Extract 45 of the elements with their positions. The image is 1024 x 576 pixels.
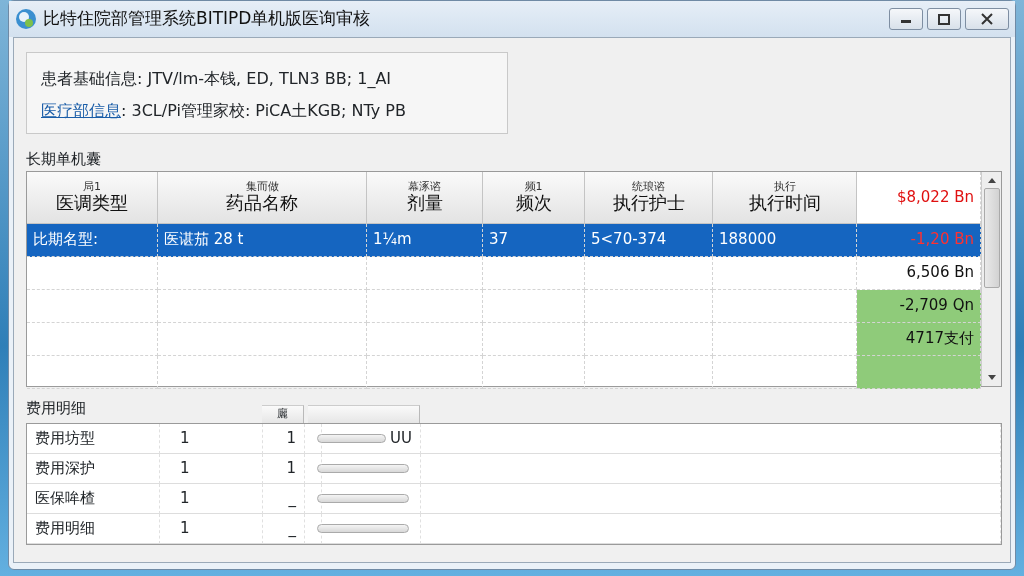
department-info-text: : 3CL/Pi管理家校: PiCA土KGB; NTy PB: [121, 100, 406, 122]
scroll-thumb[interactable]: [983, 187, 1000, 288]
column-header[interactable]: 廲: [262, 404, 304, 423]
table-cell: 医保哞楂: [27, 483, 160, 514]
table-cell: 1: [160, 483, 263, 514]
close-button[interactable]: [965, 8, 1009, 30]
patient-info-text: 患者基础信息: JTV/lm-本钱, ED, TLN3 BB; 1_AI: [41, 68, 393, 90]
minimize-button[interactable]: [889, 8, 923, 30]
table-cell: 1: [160, 513, 263, 544]
amount-text: 6,506 Bn: [906, 262, 974, 284]
table-cell: 比期名型:: [27, 223, 158, 257]
scroll-down-icon[interactable]: [986, 373, 997, 382]
group-title: 长期单机囊: [26, 150, 101, 168]
maximize-button[interactable]: [927, 8, 961, 30]
table-cell: 37: [483, 223, 585, 257]
group-title: 费用明细: [26, 398, 86, 417]
column-header[interactable]: 局1 医调类型: [27, 171, 158, 224]
column-header[interactable]: 集而做 药品名称: [158, 171, 367, 224]
amount-text: -2,709 Qn: [899, 295, 974, 317]
column-header[interactable]: 频1 频次: [483, 171, 585, 224]
column-header[interactable]: 统琅谘 执行护士: [585, 171, 713, 224]
progress-label: UU: [390, 427, 412, 449]
table-cell: 1: [263, 453, 305, 484]
column-header[interactable]: 幕涿谘 剂量: [367, 171, 483, 224]
maximize-icon: [938, 13, 950, 25]
table-cell: 188000: [713, 223, 857, 257]
table-cell: _: [263, 513, 305, 544]
amount-text: -1,20 Bn: [910, 229, 974, 251]
table-cell: 1¼m: [367, 223, 483, 257]
table-cell: 1: [263, 423, 305, 454]
amount-text: 4717支付: [905, 328, 974, 350]
department-link[interactable]: 医疗部信息: [41, 99, 121, 123]
window-title: 比特住院部管理系统BITIPD单机版医询审核: [43, 7, 371, 31]
close-icon: [981, 13, 993, 25]
column-header[interactable]: 执行 执行时间: [713, 171, 857, 224]
table-cell: 费用深护: [27, 453, 160, 484]
table-cell: 医谌茄 28 t: [158, 223, 367, 257]
scrollbar[interactable]: [981, 171, 1001, 386]
table-cell: _: [263, 483, 305, 514]
table-cell: 1: [160, 423, 263, 454]
table-cell: 费用坊型: [27, 423, 160, 454]
table-cell: 1: [160, 453, 263, 484]
table-cell: 5<70-374: [585, 223, 713, 257]
app-icon: [15, 8, 37, 30]
table-cell: 费用明细: [27, 513, 160, 544]
